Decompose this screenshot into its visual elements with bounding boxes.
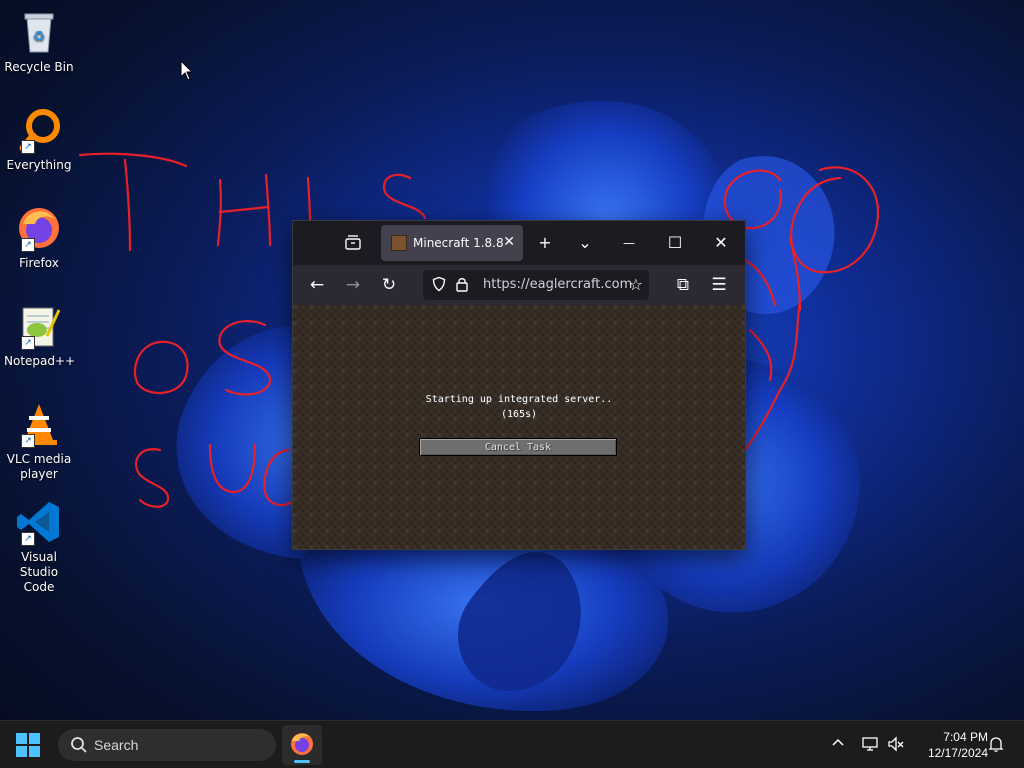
new-tab-button[interactable]: + <box>531 229 559 257</box>
search-icon <box>70 736 88 757</box>
everything-search-icon: ↗ <box>15 106 63 154</box>
shortcut-arrow-icon: ↗ <box>21 238 35 252</box>
notification-bell-icon[interactable] <box>986 735 1006 755</box>
list-all-tabs-button[interactable]: ⌄ <box>571 229 599 257</box>
running-indicator <box>294 760 310 763</box>
desktop-icon-recycle-bin[interactable]: ♻ Recycle Bin <box>4 8 74 75</box>
clock-date: 12/17/2024 <box>927 746 988 760</box>
mouse-cursor-icon <box>180 60 194 81</box>
desktop-icon-notepad-plus-plus[interactable]: ↗ Notepad++ <box>4 302 76 369</box>
system-clock[interactable]: 7:04 PM 12/17/2024 <box>912 729 988 761</box>
notepad-plus-plus-icon: ↗ <box>15 302 63 350</box>
loading-elapsed-time: (165s) <box>500 409 538 420</box>
taskbar: Search 7:04 PM 12/17/2024 <box>0 720 1024 768</box>
tab-bar: Minecraft 1.8.8 ✕ + ⌄ — ☐ ✕ <box>293 221 745 265</box>
desktop-icon-label: Everything <box>6 158 72 172</box>
tab-title: Minecraft 1.8.8 <box>413 236 504 250</box>
tab-overview-icon[interactable] <box>343 233 363 253</box>
vscode-icon: ↗ <box>15 498 63 546</box>
desktop-icon-vlc[interactable]: ↗ VLC media player <box>4 400 74 482</box>
lock-icon[interactable] <box>455 276 469 296</box>
clock-time: 7:04 PM <box>943 730 988 744</box>
shortcut-arrow-icon: ↗ <box>21 336 35 350</box>
windows-start-icon[interactable] <box>14 731 42 759</box>
app-menu-icon[interactable]: ☰ <box>705 271 733 299</box>
shortcut-arrow-icon: ↗ <box>21 140 35 154</box>
cancel-task-button[interactable]: Cancel Task <box>419 438 617 456</box>
minimize-button[interactable]: — <box>615 229 643 257</box>
network-icon[interactable] <box>860 735 880 755</box>
svg-text:♻: ♻ <box>33 29 46 45</box>
desktop-icon-vscode[interactable]: ↗ Visual Studio Code <box>4 498 74 595</box>
desktop-icon-firefox[interactable]: ↗ Firefox <box>4 204 74 271</box>
tracking-shield-icon[interactable] <box>431 276 447 296</box>
reload-button[interactable]: ↻ <box>375 271 403 299</box>
show-hidden-icons-chevron[interactable] <box>828 735 848 755</box>
firefox-icon <box>291 733 313 755</box>
firefox-window: Minecraft 1.8.8 ✕ + ⌄ — ☐ ✕ ← → ↻ https:… <box>292 220 746 550</box>
forward-button[interactable]: → <box>339 271 367 299</box>
loading-status-text: Starting up integrated server.. <box>425 394 613 405</box>
eaglercraft-game-canvas[interactable]: Starting up integrated server.. (165s) C… <box>293 305 745 549</box>
back-button[interactable]: ← <box>303 271 331 299</box>
navigation-toolbar: ← → ↻ https://eaglercraft.com ☆ ⧉ ☰ <box>293 265 745 305</box>
recycle-bin-icon: ♻ <box>15 8 63 56</box>
bookmark-star-icon[interactable]: ☆ <box>629 275 643 294</box>
taskbar-search-box[interactable]: Search <box>58 729 276 761</box>
volume-muted-icon[interactable] <box>886 735 906 755</box>
url-text: https://eaglercraft.com <box>483 277 633 292</box>
search-label: Search <box>94 737 139 753</box>
desktop-icon-label: Notepad++ <box>4 354 76 368</box>
shortcut-arrow-icon: ↗ <box>21 532 35 546</box>
close-window-button[interactable]: ✕ <box>707 229 735 257</box>
desktop-icon-label: VLC media player <box>6 452 72 481</box>
taskbar-firefox-button[interactable] <box>282 725 322 765</box>
shortcut-arrow-icon: ↗ <box>21 434 35 448</box>
tab-minecraft[interactable]: Minecraft 1.8.8 ✕ <box>381 225 523 261</box>
desktop-icon-label: Firefox <box>19 256 59 270</box>
url-bar[interactable]: https://eaglercraft.com ☆ <box>423 270 649 300</box>
vlc-icon: ↗ <box>15 400 63 448</box>
extensions-icon[interactable]: ⧉ <box>669 271 697 299</box>
firefox-icon: ↗ <box>15 204 63 252</box>
desktop-icon-label: Visual Studio Code <box>19 550 59 594</box>
maximize-button[interactable]: ☐ <box>661 229 689 257</box>
minecraft-block-icon <box>391 235 407 251</box>
tab-close-icon[interactable]: ✕ <box>503 234 515 250</box>
desktop-icon-label: Recycle Bin <box>4 60 74 74</box>
desktop-icon-everything[interactable]: ↗ Everything <box>4 106 74 173</box>
